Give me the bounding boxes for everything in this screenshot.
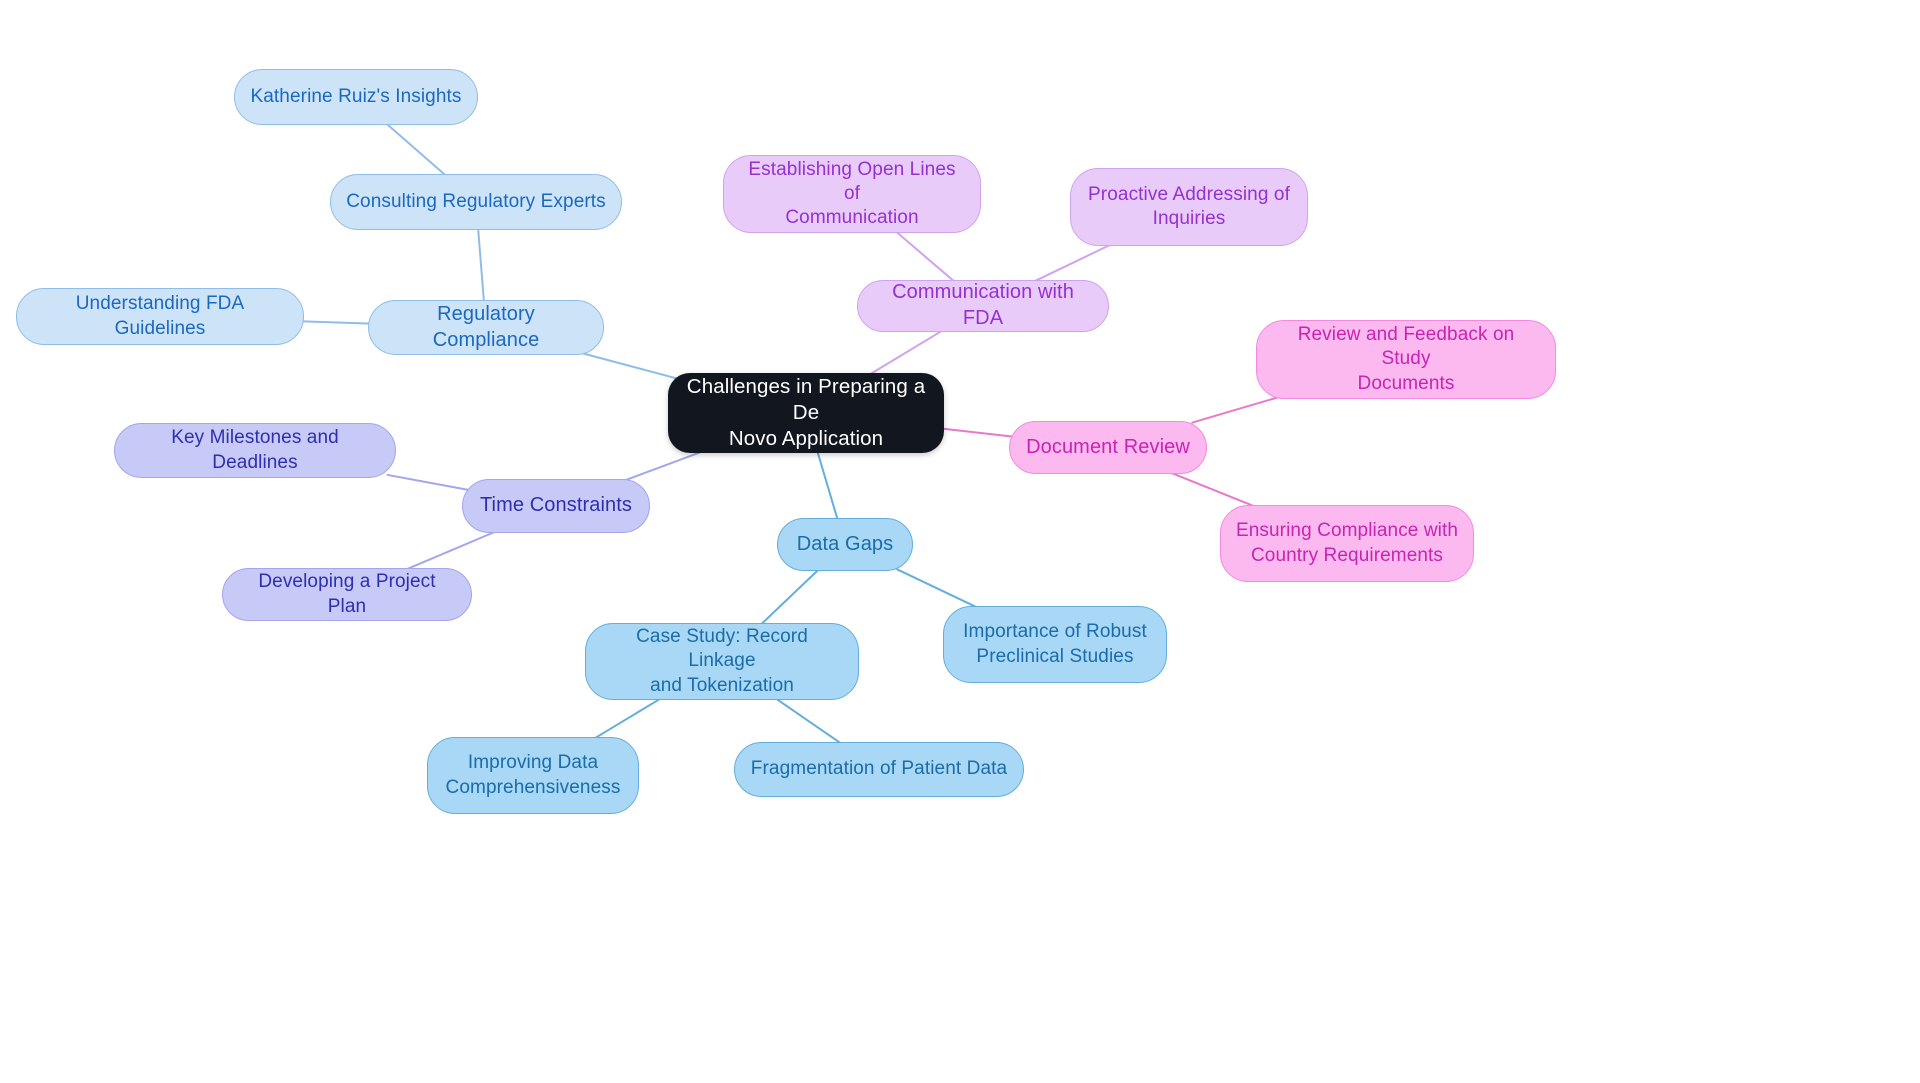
leaf-node-developing-a-project-plan[interactable]: Developing a Project Plan (222, 568, 472, 621)
mindmap-canvas: Challenges in Preparing a De Novo Applic… (0, 0, 1920, 1083)
edge-root-data-gaps (816, 449, 839, 521)
branch-node-communication-with-fda[interactable]: Communication with FDA (857, 280, 1109, 332)
edge-document-review-review-and-feedback-on-study-documents (1191, 395, 1282, 424)
edge-case-study-record-linkage-and-tokenization-improving-data-comprehensiveness (591, 696, 664, 741)
edge-data-gaps-case-study-record-linkage-and-tokenization (759, 568, 820, 627)
leaf-node-case-study-record-linkage-and-tokenization[interactable]: Case Study: Record Linkage and Tokenizat… (585, 623, 859, 700)
branch-node-data-gaps[interactable]: Data Gaps (777, 518, 913, 571)
leaf-node-understanding-fda-guidelines[interactable]: Understanding FDA Guidelines (16, 288, 304, 345)
edge-communication-with-fda-establishing-open-lines-of-communication (893, 229, 956, 283)
edge-consulting-regulatory-experts-katherine-ruiz-insights (385, 122, 447, 177)
leaf-node-katherine-ruiz-insights[interactable]: Katherine Ruiz's Insights (234, 69, 478, 125)
leaf-node-ensuring-compliance-with-country-requirements[interactable]: Ensuring Compliance with Country Require… (1220, 505, 1474, 582)
edge-root-communication-with-fda (867, 329, 944, 377)
edge-time-constraints-key-milestones-and-deadlines (386, 473, 469, 491)
edge-root-document-review (934, 426, 1016, 438)
edge-document-review-ensuring-compliance-with-country-requirements (1169, 471, 1258, 509)
edge-data-gaps-importance-of-robust-preclinical-studies (896, 568, 981, 610)
edge-root-time-constraints (623, 449, 706, 482)
leaf-node-establishing-open-lines-of-communication[interactable]: Establishing Open Lines of Communication (723, 155, 981, 233)
leaf-node-importance-of-robust-preclinical-studies[interactable]: Importance of Robust Preclinical Studies (943, 606, 1167, 683)
leaf-node-improving-data-comprehensiveness[interactable]: Improving Data Comprehensiveness (427, 737, 639, 814)
leaf-node-consulting-regulatory-experts[interactable]: Consulting Regulatory Experts (330, 174, 622, 230)
leaf-node-key-milestones-and-deadlines[interactable]: Key Milestones and Deadlines (114, 423, 396, 478)
edge-root-regulatory-compliance (581, 352, 678, 380)
leaf-node-review-and-feedback-on-study-documents[interactable]: Review and Feedback on Study Documents (1256, 320, 1556, 399)
edge-case-study-record-linkage-and-tokenization-fragmentation-of-patient-data (773, 696, 843, 745)
leaf-node-fragmentation-of-patient-data[interactable]: Fragmentation of Patient Data (734, 742, 1024, 797)
edge-time-constraints-developing-a-project-plan (404, 530, 498, 571)
branch-node-time-constraints[interactable]: Time Constraints (462, 479, 650, 533)
edge-communication-with-fda-proactive-addressing-of-inquiries (1032, 242, 1114, 283)
branch-node-document-review[interactable]: Document Review (1009, 421, 1207, 474)
root-node[interactable]: Challenges in Preparing a De Novo Applic… (668, 373, 944, 453)
leaf-node-proactive-addressing-of-inquiries[interactable]: Proactive Addressing of Inquiries (1070, 168, 1308, 246)
branch-node-regulatory-compliance[interactable]: Regulatory Compliance (368, 300, 604, 355)
edge-regulatory-compliance-understanding-fda-guidelines (294, 320, 377, 325)
edge-regulatory-compliance-consulting-regulatory-experts (477, 227, 485, 303)
